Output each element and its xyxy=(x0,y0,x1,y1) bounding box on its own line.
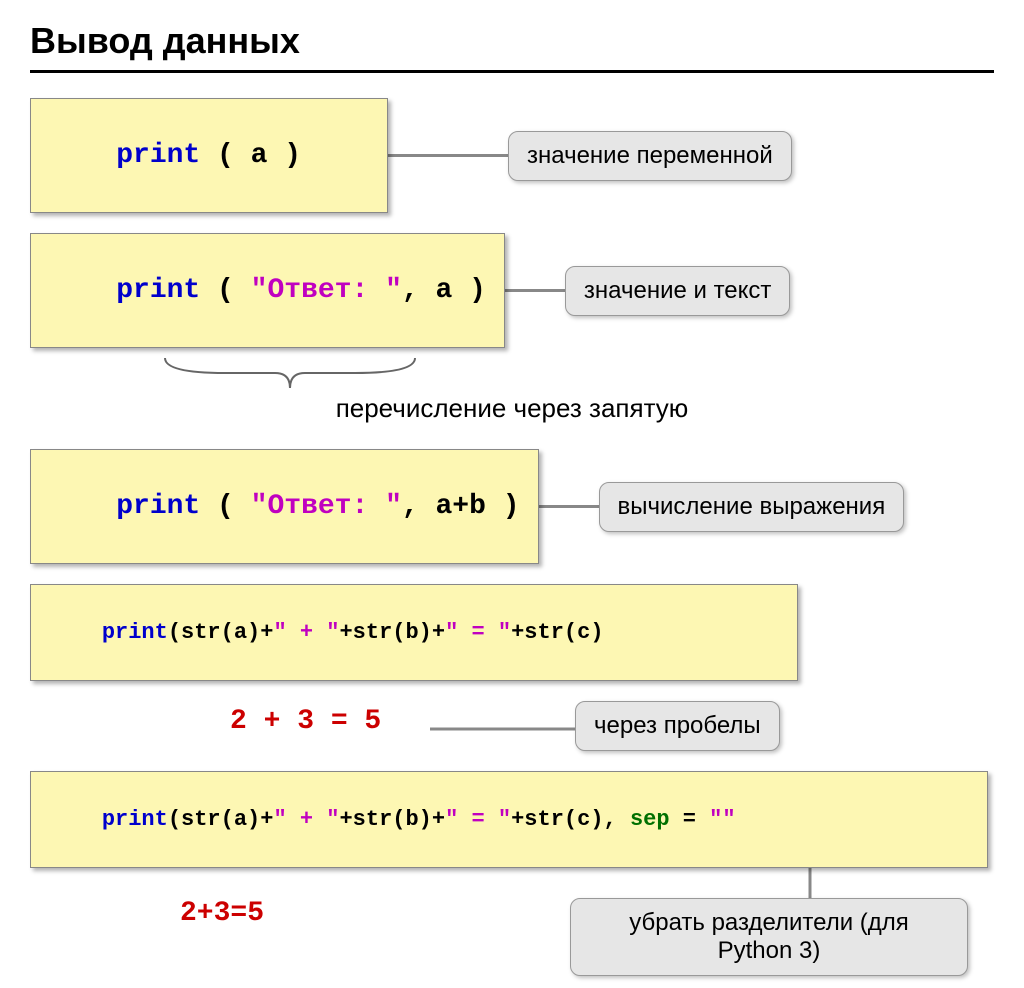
connector xyxy=(505,289,565,292)
connector xyxy=(388,154,508,157)
keyword: print xyxy=(102,807,168,832)
string-literal: " = " xyxy=(445,620,511,645)
string-literal: " = " xyxy=(445,807,511,832)
string-literal: " + " xyxy=(273,807,339,832)
code-text: +str(c), xyxy=(511,807,630,832)
string-literal: " + " xyxy=(273,620,339,645)
keyword: print xyxy=(116,275,200,306)
code-text: +str(c) xyxy=(511,620,603,645)
callout-4: через пробелы xyxy=(575,701,780,751)
page-title: Вывод данных xyxy=(30,20,994,62)
brace-icon xyxy=(160,353,420,393)
keyword: print xyxy=(116,140,200,171)
row-1: print ( a ) значение переменной xyxy=(30,98,994,213)
code-box-4: print(str(a)+" + "+str(b)+" = "+str(c) xyxy=(30,584,798,681)
code-text: , a+b ) xyxy=(402,491,520,522)
callout-3: вычисление выражения xyxy=(599,482,905,532)
row-4: print(str(a)+" + "+str(b)+" = "+str(c) xyxy=(30,584,994,681)
code-text: +str(b)+ xyxy=(339,620,445,645)
code-text: = xyxy=(670,807,710,832)
connector-line xyxy=(430,726,580,746)
keyword: print xyxy=(102,620,168,645)
code-text: +str(b)+ xyxy=(339,807,445,832)
caption-1: перечисление через запятую xyxy=(30,393,994,424)
title-underline xyxy=(30,70,994,73)
code-text: ( xyxy=(200,491,250,522)
code-text: (str(a)+ xyxy=(168,807,274,832)
code-box-1: print ( a ) xyxy=(30,98,388,213)
keyword: print xyxy=(116,491,200,522)
calc-result-1: 2 + 3 = 5 xyxy=(230,706,381,737)
row-2: print ( "Ответ: ", a ) значение и текст xyxy=(30,233,994,348)
callout-1: значение переменной xyxy=(508,131,792,181)
code-box-3: print ( "Ответ: ", a+b ) xyxy=(30,449,539,564)
connector xyxy=(539,505,599,508)
code-text: ( a ) xyxy=(200,140,301,171)
string-literal: "Ответ: " xyxy=(251,491,402,522)
code-text: , a ) xyxy=(402,275,486,306)
code-text: (str(a)+ xyxy=(168,620,274,645)
string-literal: "Ответ: " xyxy=(251,275,402,306)
code-box-2: print ( "Ответ: ", a ) xyxy=(30,233,505,348)
string-literal: "" xyxy=(709,807,735,832)
calc-result-2: 2+3=5 xyxy=(180,898,264,929)
callout-2: значение и текст xyxy=(565,266,791,316)
row-3: print ( "Ответ: ", a+b ) вычисление выра… xyxy=(30,449,994,564)
code-box-5: print(str(a)+" + "+str(b)+" = "+str(c), … xyxy=(30,771,988,868)
code-text: ( xyxy=(200,275,250,306)
attribute: sep xyxy=(630,807,670,832)
row-5: print(str(a)+" + "+str(b)+" = "+str(c), … xyxy=(30,771,994,868)
callout-5: убрать разделители (для Python 3) xyxy=(570,898,968,976)
